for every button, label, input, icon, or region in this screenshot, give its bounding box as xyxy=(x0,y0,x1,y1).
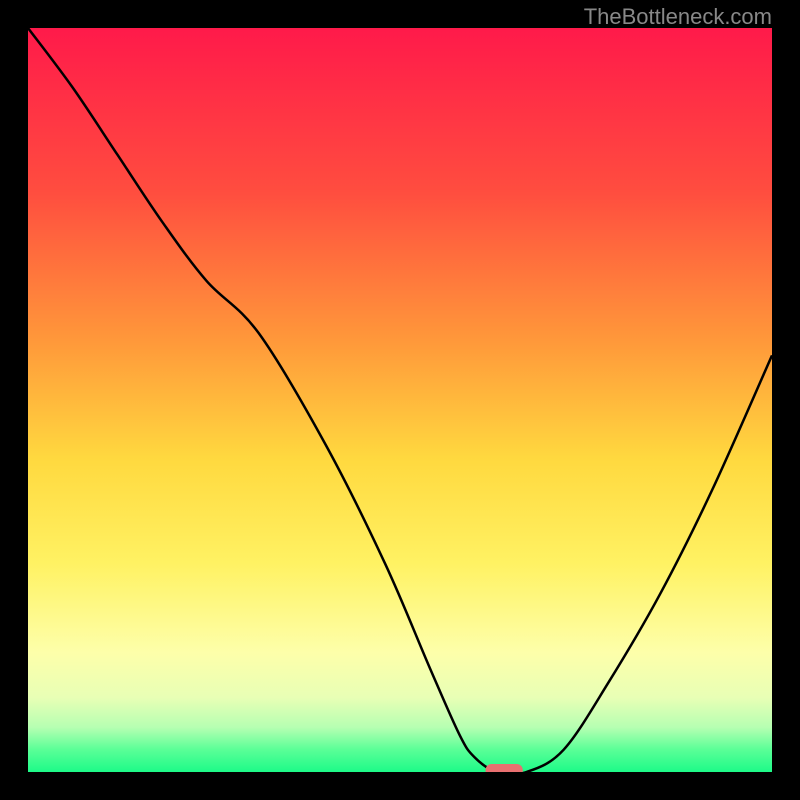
watermark-text: TheBottleneck.com xyxy=(584,4,772,30)
chart-container xyxy=(28,28,772,772)
gradient-background xyxy=(28,28,772,772)
chart-svg xyxy=(28,28,772,772)
optimal-marker xyxy=(486,764,523,772)
